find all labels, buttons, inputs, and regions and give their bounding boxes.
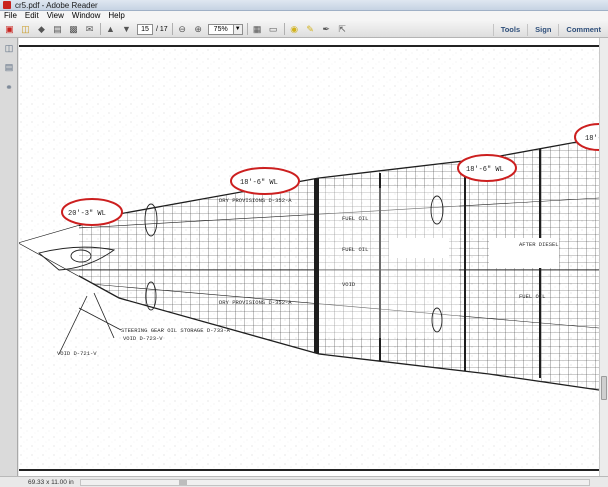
page-total-label: / 17 [156,25,168,33]
create-pdf-icon[interactable]: ▣ [3,23,16,36]
navigation-pane: ◫ ▤ ⚭ [0,38,18,476]
horizontal-scrollbar[interactable] [80,479,590,486]
label-after-diesel: AFTER DIESEL [519,241,559,248]
previous-page-icon[interactable]: ▲ [104,23,117,36]
window-title: cr5.pdf - Adobe Reader [15,0,98,10]
label-fuel-oil-aft: FUEL OIL [519,293,545,300]
sticky-note-icon[interactable]: ◉ [288,23,301,36]
menu-view[interactable]: View [43,11,68,21]
menu-help[interactable]: Help [104,11,128,21]
document-view[interactable]: STEERING GEAR OIL STORAGE D-733-A VOID D… [19,38,599,476]
zoom-in-icon[interactable]: ⊕ [192,23,205,36]
tools-button[interactable]: Tools [492,23,527,36]
label-void-723: VOID D-723-V [123,335,163,342]
toolbar-divider [246,23,248,35]
vertical-scrollbar-thumb[interactable] [601,376,607,400]
adobe-reader-icon [3,1,11,9]
next-page-icon[interactable]: ▼ [120,23,133,36]
toolbar: ▣ ◫ ◆ ▤ ▩ ✉ ▲ ▼ / 17 ⊖ ⊕ 75% ▼ ▦ ▭ ◉ ✎ ✒… [0,21,608,38]
fit-page-icon[interactable]: ▦ [251,23,264,36]
vertical-scrollbar[interactable] [599,38,608,476]
circled-label-3: 18'-6" WL [466,166,504,174]
title-bar: cr5.pdf - Adobe Reader [0,0,608,11]
circle-annotation-3: 18'-6" WL [457,154,517,182]
circled-label-1: 20'-3" WL [68,210,106,218]
label-void: VOID [342,281,356,288]
circle-annotation-1: 20'-3" WL [61,198,123,226]
circled-label-4: 18'- [585,135,599,143]
label-dry-provisions-upper: DRY PROVISIONS D-352-A [219,197,292,204]
toolbar-divider [283,23,285,35]
sign-button[interactable]: Sign [527,23,558,36]
menu-bar: File Edit View Window Help [0,11,608,21]
label-steering-gear-oil-storage: STEERING GEAR OIL STORAGE D-733-A [121,327,231,334]
page-thumbnails-icon[interactable]: ◫ [4,43,14,53]
sign-pen-icon[interactable]: ✒ [320,23,333,36]
label-void-721: VOID D-721-V [57,350,97,357]
status-bar: 69.33 x 11.00 in [0,476,608,487]
zoom-out-icon[interactable]: ⊖ [176,23,189,36]
page-size-label: 69.33 x 11.00 in [28,478,74,486]
highlight-icon[interactable]: ✎ [304,23,317,36]
expand-icon[interactable]: ⇱ [336,23,349,36]
menu-window[interactable]: Window [68,11,104,21]
toolbar-divider [100,23,101,35]
circled-label-2: 18'-6" WL [240,179,278,187]
zoom-level-input[interactable]: 75% [207,23,234,35]
print-icon[interactable]: ▩ [67,23,80,36]
menu-file[interactable]: File [0,11,21,21]
toolbar-divider [171,23,173,35]
open-file-icon[interactable]: ◫ [19,23,32,36]
label-fuel-oil-a: FUEL OIL [342,215,368,222]
attachments-icon[interactable]: ⚭ [4,82,14,92]
comment-button[interactable]: Comment [558,23,608,36]
share-icon[interactable]: ◆ [35,23,48,36]
save-icon[interactable]: ▤ [51,23,64,36]
circle-annotation-2: 18'-6" WL [230,167,300,195]
bookmarks-icon[interactable]: ▤ [4,62,14,72]
label-fuel-oil-b: FUEL OIL [342,246,368,253]
read-mode-icon[interactable]: ▭ [267,23,280,36]
menu-edit[interactable]: Edit [21,11,43,21]
label-dry-provisions-lower: DRY PROVISIONS D-352-A [219,299,292,306]
ship-drawing: STEERING GEAR OIL STORAGE D-733-A VOID D… [19,45,599,471]
chevron-down-icon[interactable]: ▼ [233,23,243,35]
email-icon[interactable]: ✉ [83,23,96,36]
horizontal-scrollbar-thumb[interactable] [179,480,187,485]
page-number-input[interactable] [137,23,153,35]
